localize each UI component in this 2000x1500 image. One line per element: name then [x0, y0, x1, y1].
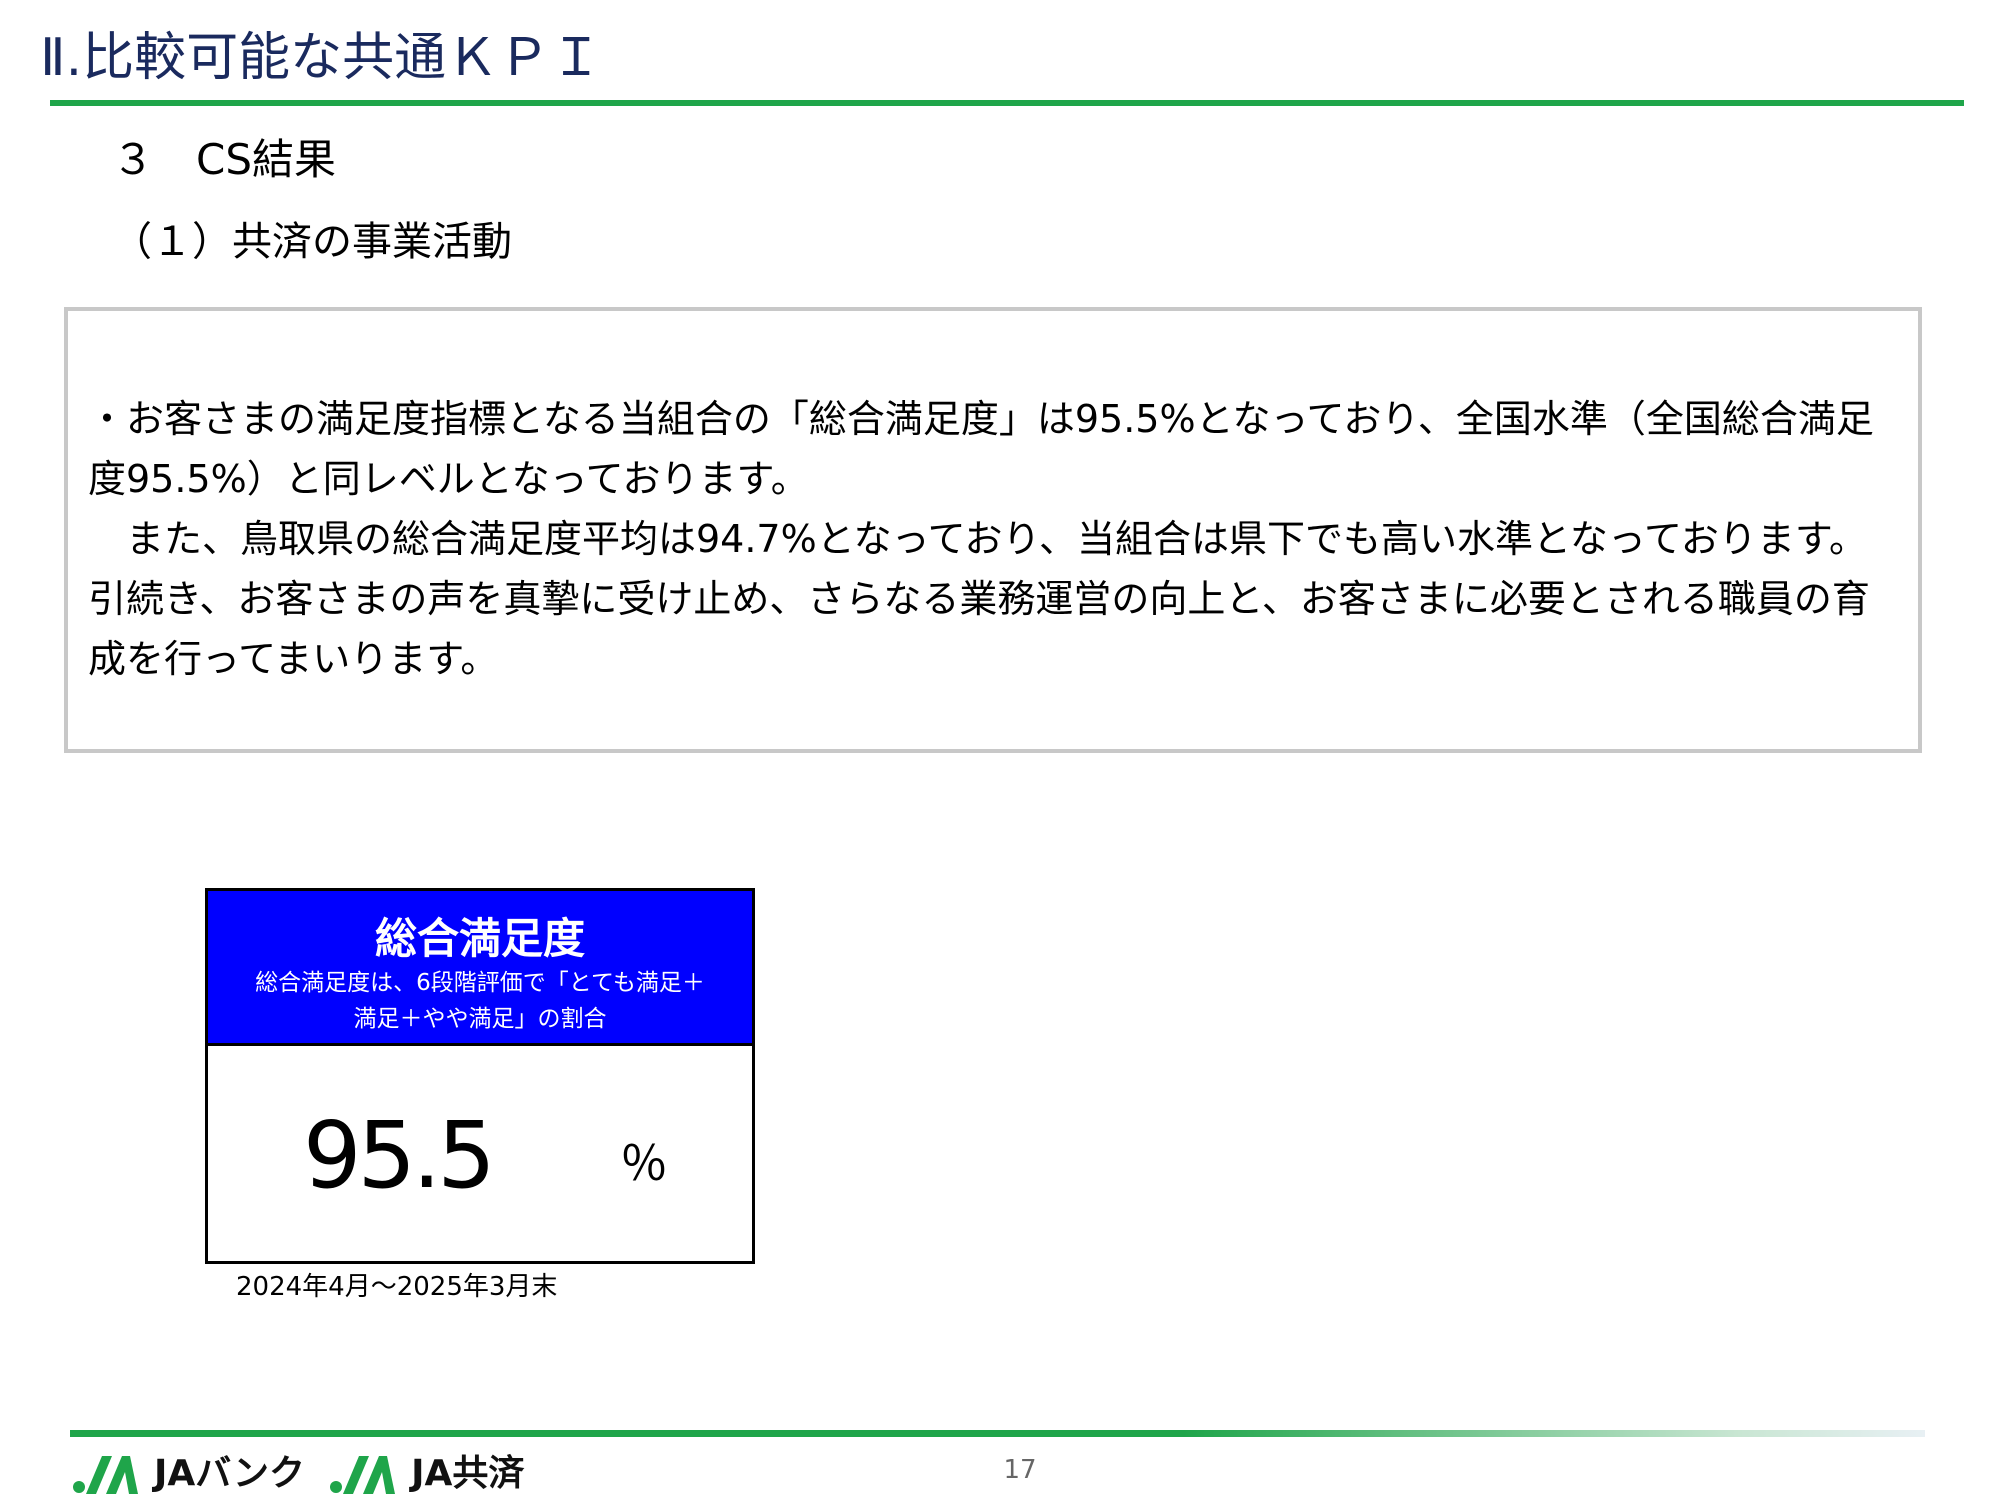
kpi-card-body: 95.5 ％	[208, 1046, 752, 1261]
kpi-period: 2024年4月～2025年3月末	[236, 1272, 558, 1302]
kpi-description: 総合満足度は、6段階評価で「とても満足＋満足＋やや満足」の割合	[255, 970, 705, 1032]
summary-line-2: また、鳥取県の総合満足度平均は94.7%となっており、当組合は県下でも高い水準と…	[88, 517, 1868, 561]
title-divider	[50, 100, 1964, 106]
page-title: Ⅱ.比較可能な共通ＫＰＩ	[40, 28, 603, 88]
ja-kyosai-logo: JA共済	[329, 1452, 524, 1496]
kpi-value: 95.5	[303, 1102, 496, 1209]
footer-logos: JAバンク JA共済	[72, 1452, 548, 1496]
kpi-card-header: 総合満足度 総合満足度は、6段階評価で「とても満足＋満足＋やや満足」の割合	[208, 891, 752, 1046]
ja-kyosai-logo-text: JA共済	[411, 1453, 525, 1494]
kpi-card: 総合満足度 総合満足度は、6段階評価で「とても満足＋満足＋やや満足」の割合 95…	[205, 888, 755, 1264]
ja-bank-logo-text: JAバンク	[154, 1453, 306, 1494]
subsection-heading: （１）共済の事業活動	[112, 219, 512, 265]
summary-box: ・お客さまの満足度指標となる当組合の「総合満足度」は95.5%となっており、全国…	[64, 307, 1922, 753]
ja-logo-icon	[73, 1456, 138, 1494]
summary-line-1: ・お客さまの満足度指標となる当組合の「総合満足度」は95.5%となっており、全国…	[88, 397, 1874, 501]
ja-bank-logo: JAバンク	[72, 1452, 305, 1496]
ja-logo-icon	[330, 1456, 396, 1494]
summary-line-3: 引続き、お客さまの声を真摯に受け止め、さらなる業務運営の向上と、お客さまに必要と…	[88, 577, 1870, 681]
kpi-unit: ％	[620, 1136, 669, 1192]
section-heading: ３ CS結果	[112, 135, 336, 184]
kpi-title: 総合満足度	[374, 914, 585, 963]
page-number: 17	[1003, 1455, 1037, 1485]
footer-divider	[70, 1430, 1925, 1437]
